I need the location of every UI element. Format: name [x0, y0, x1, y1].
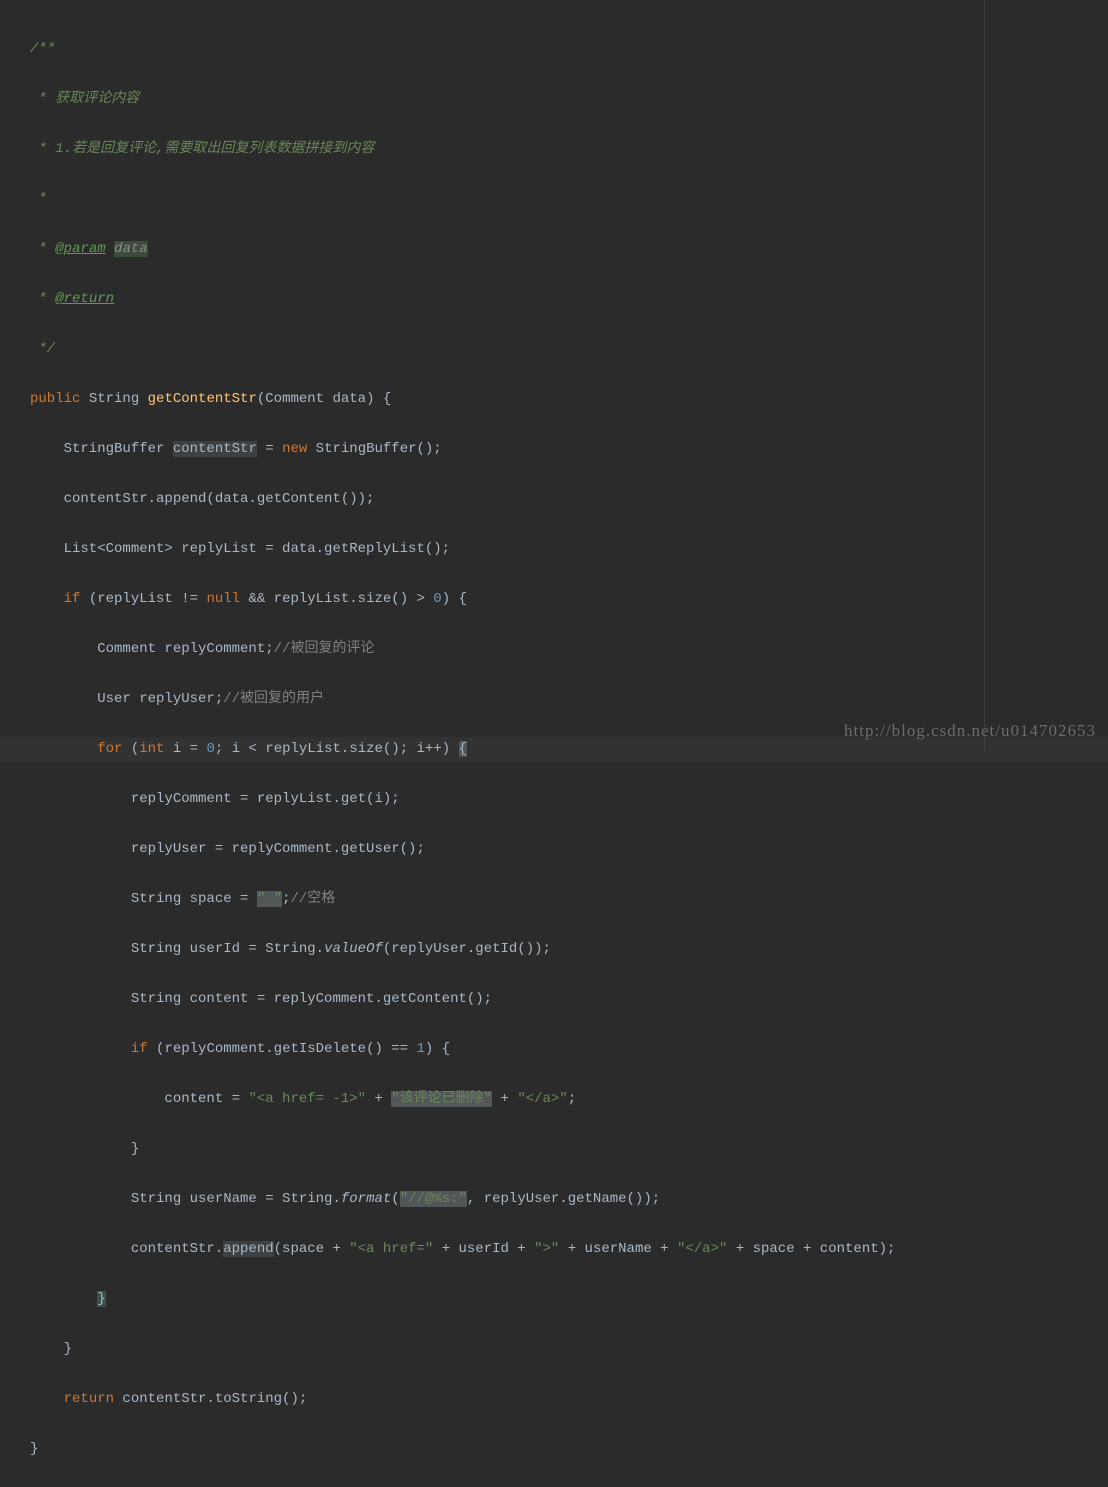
code-line: } — [30, 1337, 1108, 1362]
code-line: contentStr.append(data.getContent()); — [30, 487, 1108, 512]
code-line: * @return — [30, 287, 1108, 312]
code-line: User replyUser;//被回复的用户 — [30, 687, 1108, 712]
code-line: contentStr.append(space + "<a href=" + u… — [30, 1237, 1108, 1262]
code-line: * @param data — [30, 237, 1108, 262]
watermark-text: http://blog.csdn.net/u014702653 — [844, 718, 1096, 743]
code-line: content = "<a href= -1>" + "该评论已删除" + "<… — [30, 1087, 1108, 1112]
code-line: if (replyList != null && replyList.size(… — [30, 587, 1108, 612]
code-line: /** — [30, 37, 1108, 62]
cursor-brace: { — [459, 741, 467, 757]
code-line: * 获取评论内容 — [30, 87, 1108, 112]
code-line: return contentStr.toString(); — [30, 1387, 1108, 1412]
method-highlight: append — [223, 1241, 273, 1257]
code-line: } — [30, 1287, 1108, 1312]
code-line: String userId = String.valueOf(replyUser… — [30, 937, 1108, 962]
code-line: * 1.若是回复评论,需要取出回复列表数据拼接到内容 — [30, 137, 1108, 162]
code-line: * — [30, 187, 1108, 212]
code-editor[interactable]: /** * 获取评论内容 * 1.若是回复评论,需要取出回复列表数据拼接到内容 … — [0, 0, 1108, 1487]
code-line: String space = " ";//空格 — [30, 887, 1108, 912]
code-line: */ — [30, 337, 1108, 362]
matching-brace: } — [97, 1291, 105, 1307]
method-name: getContentStr — [148, 391, 257, 407]
code-line: public String getContentStr(Comment data… — [30, 387, 1108, 412]
code-line: String userName = String.format("//@%s:"… — [30, 1187, 1108, 1212]
code-line: replyComment = replyList.get(i); — [30, 787, 1108, 812]
doc-param-name: data — [114, 241, 148, 257]
doc-return-tag: @return — [55, 291, 114, 307]
doc-param-tag: @param — [55, 241, 105, 257]
code-line: } — [30, 1137, 1108, 1162]
code-line: StringBuffer contentStr = new StringBuff… — [30, 437, 1108, 462]
code-line: String content = replyComment.getContent… — [30, 987, 1108, 1012]
code-line: replyUser = replyComment.getUser(); — [30, 837, 1108, 862]
code-line: if (replyComment.getIsDelete() == 1) { — [30, 1037, 1108, 1062]
code-line: Comment replyComment;//被回复的评论 — [30, 637, 1108, 662]
code-line: List<Comment> replyList = data.getReplyL… — [30, 537, 1108, 562]
margin-line — [984, 0, 985, 751]
code-line: } — [30, 1437, 1108, 1462]
variable-highlight: contentStr — [173, 441, 257, 457]
